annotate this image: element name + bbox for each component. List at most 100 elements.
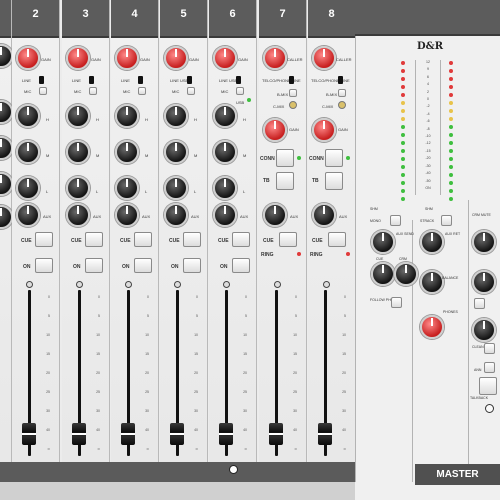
aux-knob[interactable] bbox=[263, 203, 287, 227]
telco-switch[interactable] bbox=[289, 76, 294, 84]
meter-scale-label: 0 bbox=[427, 97, 429, 102]
line-mic-switch[interactable] bbox=[89, 76, 94, 84]
cue-button[interactable] bbox=[232, 232, 250, 247]
conn-button[interactable] bbox=[276, 149, 294, 167]
eq-high-knob[interactable] bbox=[66, 104, 90, 128]
eq-mid-knob[interactable] bbox=[213, 140, 237, 164]
line-mic-switch[interactable] bbox=[138, 76, 143, 84]
gain-knob[interactable] bbox=[213, 46, 237, 70]
gain-knob[interactable] bbox=[16, 46, 40, 70]
eq-mid-knob[interactable] bbox=[16, 140, 40, 164]
on-button[interactable] bbox=[35, 258, 53, 273]
eq-high-knob[interactable] bbox=[164, 104, 188, 128]
eq-mid-knob[interactable] bbox=[66, 140, 90, 164]
on-label: ON bbox=[220, 264, 228, 270]
mic-select-button[interactable] bbox=[39, 87, 47, 95]
aux-button[interactable] bbox=[484, 362, 495, 373]
telco-switch[interactable] bbox=[338, 76, 343, 84]
cue-button[interactable] bbox=[183, 232, 201, 247]
eq-label: H bbox=[194, 117, 197, 122]
eq-mid-knob[interactable] bbox=[115, 140, 139, 164]
phones-level-knob[interactable] bbox=[420, 315, 444, 339]
line-mic-switch[interactable] bbox=[236, 76, 241, 84]
mic-select-button[interactable] bbox=[89, 87, 97, 95]
tb-button[interactable] bbox=[325, 172, 343, 190]
aux-knob[interactable] bbox=[312, 203, 336, 227]
line-mic-switch[interactable] bbox=[39, 76, 44, 84]
eq-low-knob[interactable] bbox=[164, 176, 188, 200]
mic-select-button[interactable] bbox=[187, 87, 195, 95]
mic-label: MIC bbox=[123, 89, 131, 94]
cue-label: CUE bbox=[263, 238, 274, 244]
bmix-button[interactable] bbox=[289, 89, 297, 97]
mic-select-button[interactable] bbox=[236, 87, 244, 95]
eq-high-knob[interactable] bbox=[16, 104, 40, 128]
caller-knob[interactable] bbox=[263, 46, 287, 70]
eq-low-knob[interactable] bbox=[66, 176, 90, 200]
on-button[interactable] bbox=[85, 258, 103, 273]
fader-knob[interactable] bbox=[269, 423, 283, 445]
meter-led bbox=[401, 69, 405, 73]
master-label: MASTER bbox=[415, 464, 500, 485]
on-button[interactable] bbox=[232, 258, 250, 273]
conn-button[interactable] bbox=[325, 149, 343, 167]
eq-low-knob[interactable] bbox=[213, 176, 237, 200]
eq-high-knob[interactable] bbox=[115, 104, 139, 128]
aux-return-knob[interactable] bbox=[420, 230, 444, 254]
aux-knob[interactable] bbox=[66, 203, 90, 227]
eq-low-knob[interactable] bbox=[115, 176, 139, 200]
aux-send-knob[interactable] bbox=[371, 230, 395, 254]
bmix-button[interactable] bbox=[338, 89, 346, 97]
crm-aux-knob[interactable] bbox=[472, 270, 496, 294]
aux-knob[interactable] bbox=[16, 203, 40, 227]
clean-feed-button[interactable] bbox=[484, 343, 495, 354]
mono-button[interactable] bbox=[390, 215, 401, 226]
meter-led bbox=[449, 69, 453, 73]
fader-knob[interactable] bbox=[72, 423, 86, 445]
gain-knob[interactable] bbox=[66, 46, 90, 70]
gain-knob[interactable] bbox=[164, 46, 188, 70]
fader-scale-tick: 40 bbox=[96, 428, 100, 432]
cue-button[interactable] bbox=[85, 232, 103, 247]
balance-knob[interactable] bbox=[420, 270, 444, 294]
fader-scale: 0 5 10 15 20 25 30 40 ∞ bbox=[287, 292, 297, 463]
fader-knob[interactable] bbox=[318, 423, 332, 445]
cue-button[interactable] bbox=[134, 232, 152, 247]
crm-level-knob[interactable] bbox=[394, 262, 418, 286]
tb-button[interactable] bbox=[276, 172, 294, 190]
gain-label: GAIN bbox=[140, 57, 150, 62]
crm-follow-button[interactable] bbox=[474, 298, 485, 309]
caller-knob[interactable] bbox=[312, 46, 336, 70]
fader-scale-tick: 25 bbox=[293, 390, 297, 394]
crm-master-knob[interactable] bbox=[472, 230, 496, 254]
aux-knob[interactable] bbox=[213, 203, 237, 227]
on-button[interactable] bbox=[134, 258, 152, 273]
eq-low-knob[interactable] bbox=[16, 176, 40, 200]
eq-label: H bbox=[243, 117, 246, 122]
follow-phones-button[interactable] bbox=[391, 297, 402, 308]
fader-knob[interactable] bbox=[121, 423, 135, 445]
fader-knob[interactable] bbox=[219, 423, 233, 445]
eq-high-knob[interactable] bbox=[213, 104, 237, 128]
cue-button[interactable] bbox=[328, 232, 346, 247]
meter-led bbox=[449, 165, 453, 169]
cue-button[interactable] bbox=[279, 232, 297, 247]
cue-level-knob[interactable] bbox=[371, 262, 395, 286]
meter-scale-label: ON bbox=[425, 185, 431, 190]
gain-knob[interactable] bbox=[115, 46, 139, 70]
phone-gain-knob[interactable] bbox=[312, 118, 336, 142]
phone-gain-knob[interactable] bbox=[263, 118, 287, 142]
talkback-button[interactable] bbox=[479, 377, 497, 395]
cue-button[interactable] bbox=[35, 232, 53, 247]
aux-knob[interactable] bbox=[115, 203, 139, 227]
fader-knob[interactable] bbox=[22, 423, 36, 445]
eq-mid-knob[interactable] bbox=[164, 140, 188, 164]
line-mic-switch[interactable] bbox=[187, 76, 192, 84]
mic-select-button[interactable] bbox=[138, 87, 146, 95]
strack-button[interactable] bbox=[441, 215, 452, 226]
fader-scale-tick: 25 bbox=[342, 390, 346, 394]
aux-knob[interactable] bbox=[164, 203, 188, 227]
on-button[interactable] bbox=[183, 258, 201, 273]
third-column-knob[interactable] bbox=[472, 318, 496, 342]
fader-knob[interactable] bbox=[170, 423, 184, 445]
